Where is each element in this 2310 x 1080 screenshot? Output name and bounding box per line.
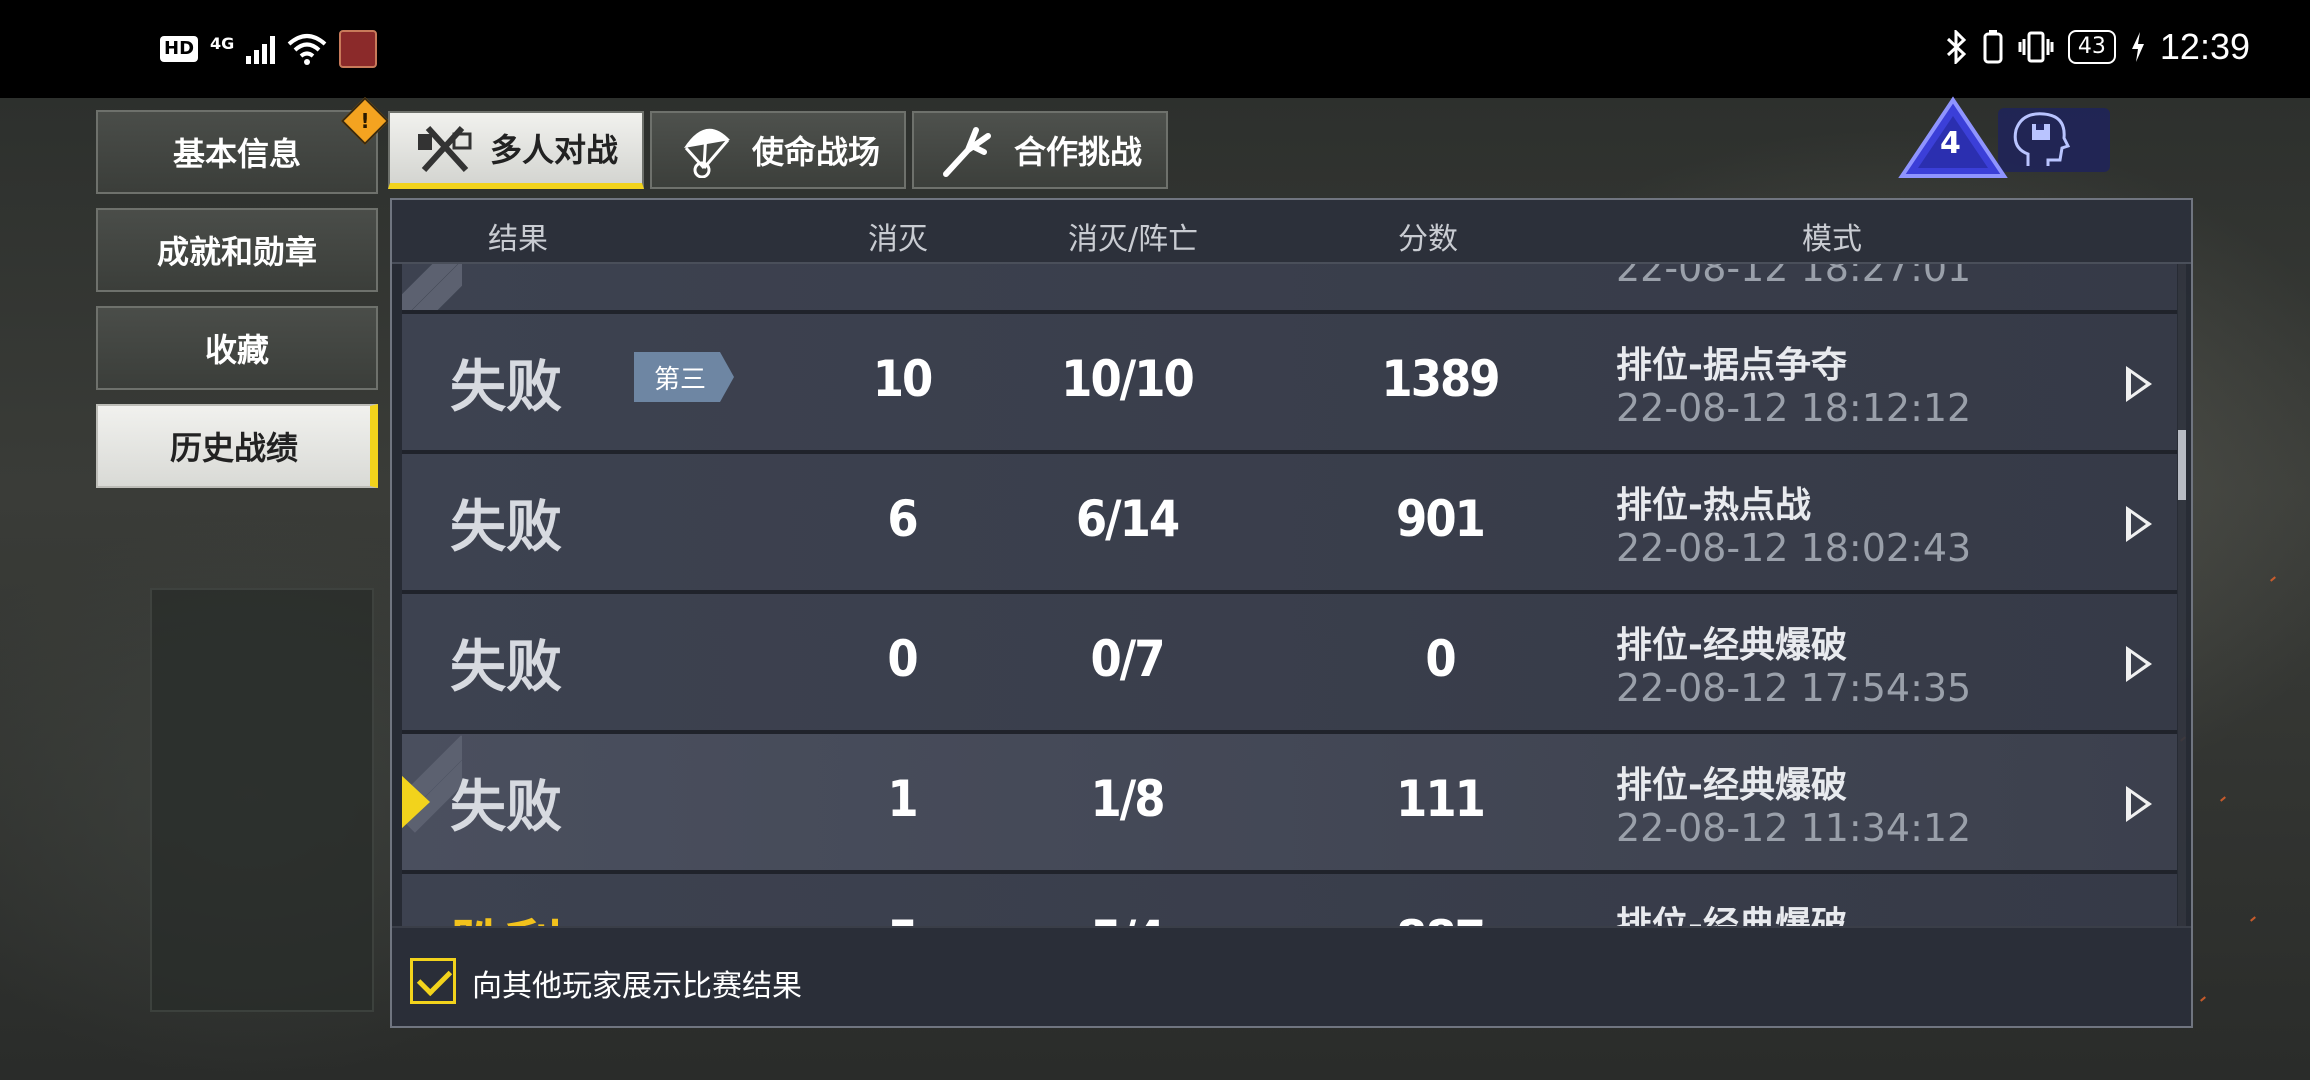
row-decoration: [402, 264, 462, 310]
score-value: 1389: [1381, 350, 1500, 408]
placement-tag: 第三: [634, 352, 734, 402]
tab-label: 合作挑战: [1014, 133, 1143, 171]
table-row[interactable]: 失败 第三 10 10/10 1389 排位-据点争夺 22-08-12 18:…: [402, 314, 2177, 454]
spark: [2220, 796, 2226, 802]
tab-label: 使命战场: [752, 133, 881, 171]
selected-indicator-icon: [402, 774, 430, 830]
match-result: 失败: [450, 355, 562, 420]
battery-saver-icon: [1983, 30, 2003, 64]
kills-value: 10: [872, 350, 934, 408]
score-value: 111: [1396, 770, 1486, 828]
wifi-icon: [287, 34, 327, 65]
hd-badge: HD: [160, 36, 199, 62]
show-results-checkbox[interactable]: [410, 958, 456, 1004]
match-date: 22-08-12 18:12:12: [1616, 386, 1972, 430]
kills-value: 1: [887, 770, 918, 828]
menu-item-match-history[interactable]: 历史战绩: [96, 404, 378, 488]
side-menu: 基本信息 ! 成就和勋章 收藏 历史战绩: [96, 96, 390, 502]
tab-coop[interactable]: 合作挑战: [912, 111, 1169, 189]
menu-item-achievements[interactable]: 成就和勋章: [96, 208, 378, 292]
spark: [2250, 916, 2256, 922]
match-mode: 排位-经典爆破: [1616, 765, 1847, 806]
play-icon[interactable]: [2126, 366, 2152, 402]
show-results-label[interactable]: 向其他玩家展示比赛结果: [472, 961, 802, 1005]
menu-item-label: 基本信息: [172, 135, 301, 173]
match-history-panel: 结果 消灭 消灭/阵亡 分数 模式 22-08-12 18:27:01 失败 第…: [390, 198, 2193, 1028]
parachute-icon: [684, 128, 731, 178]
match-result: 失败: [450, 495, 562, 560]
table-row[interactable]: 失败 6 6/14 901 排位-热点战 22-08-12 18:02:43: [402, 454, 2177, 594]
status-left: HD 4G: [160, 30, 378, 68]
table-row[interactable]: 22-08-12 18:27:01: [402, 264, 2177, 314]
play-icon[interactable]: [2126, 646, 2152, 682]
tab-multiplayer[interactable]: 多人对战: [388, 111, 645, 189]
match-result: 失败: [450, 635, 562, 700]
table-row[interactable]: 胜利 5 5/4 887 排位-经典爆破: [402, 874, 2177, 930]
score-value: 901: [1396, 490, 1486, 548]
mode-tabs: 多人对战 使命战场 合作挑战: [388, 111, 1169, 189]
kd-value: 6/14: [1075, 490, 1180, 548]
bluetooth-icon: [1946, 30, 1967, 64]
kd-value: 10/10: [1061, 350, 1195, 408]
header-kills: 消灭: [868, 222, 928, 257]
match-date: 22-08-12 18:02:43: [1616, 526, 1972, 570]
tab-label: 多人对战: [490, 131, 619, 169]
kd-value: 1/8: [1090, 770, 1165, 828]
crossed-weapons-icon: [418, 125, 472, 173]
claw-arm-icon: [943, 127, 992, 177]
rank-level: 4: [1940, 126, 1961, 161]
battery-level: 43: [2067, 30, 2116, 64]
match-mode: 排位-经典爆破: [1616, 625, 1847, 666]
header-result: 结果: [488, 222, 548, 257]
match-result: 失败: [450, 775, 562, 840]
app-notification-icon: [339, 30, 378, 68]
table-row-selected[interactable]: 失败 1 1/8 111 排位-经典爆破 22-08-12 11:34:12: [402, 734, 2177, 874]
match-date: 22-08-12 11:34:12: [1616, 806, 1972, 850]
play-icon[interactable]: [2126, 506, 2152, 542]
menu-item-label: 历史战绩: [169, 429, 298, 467]
match-mode: 排位-经典爆破: [1616, 905, 1847, 930]
spark: [2270, 576, 2276, 582]
clock: 12:39: [2159, 26, 2250, 67]
status-bar: HD 4G 43 12:39: [0, 0, 2310, 98]
match-list[interactable]: 22-08-12 18:27:01 失败 第三 10 10/10 1389 排位…: [402, 264, 2177, 930]
play-icon[interactable]: [2126, 786, 2152, 822]
menu-item-label: 成就和勋章: [156, 233, 317, 271]
head-save-icon: [2013, 112, 2071, 166]
scrollbar-thumb[interactable]: [2178, 430, 2186, 500]
spark: [2200, 996, 2206, 1002]
status-right: 43 12:39: [1946, 26, 2250, 68]
table-header: 结果 消灭 消灭/阵亡 分数 模式: [392, 200, 2191, 264]
charging-icon: [2131, 32, 2144, 62]
header-mode: 模式: [1802, 222, 1862, 257]
rank-head-panel: [1998, 108, 2110, 172]
header-kd: 消灭/阵亡: [1068, 222, 1199, 257]
signal-icon: [246, 34, 276, 64]
score-value: 0: [1425, 630, 1456, 688]
match-date: 22-08-12 18:27:01: [1616, 264, 1972, 290]
kills-value: 0: [887, 630, 918, 688]
scrollbar[interactable]: [2178, 264, 2186, 930]
menu-item-basic-info[interactable]: 基本信息 !: [96, 96, 390, 194]
panel-footer: 向其他玩家展示比赛结果: [392, 926, 2191, 1026]
vibrate-icon: [2018, 31, 2054, 63]
match-date: 22-08-12 17:54:35: [1616, 666, 1972, 710]
tab-battle-royale[interactable]: 使命战场: [650, 111, 907, 189]
background-door: [150, 588, 374, 1012]
header-score: 分数: [1398, 222, 1458, 257]
kills-value: 6: [887, 490, 918, 548]
table-row[interactable]: 失败 0 0/7 0 排位-经典爆破 22-08-12 17:54:35: [402, 594, 2177, 734]
match-mode: 排位-热点战: [1616, 485, 1811, 526]
match-mode: 排位-据点争夺: [1616, 345, 1847, 386]
menu-item-label: 收藏: [204, 331, 269, 369]
kd-value: 0/7: [1090, 630, 1165, 688]
menu-item-collection[interactable]: 收藏: [96, 306, 378, 390]
network-type: 4G: [210, 33, 235, 53]
